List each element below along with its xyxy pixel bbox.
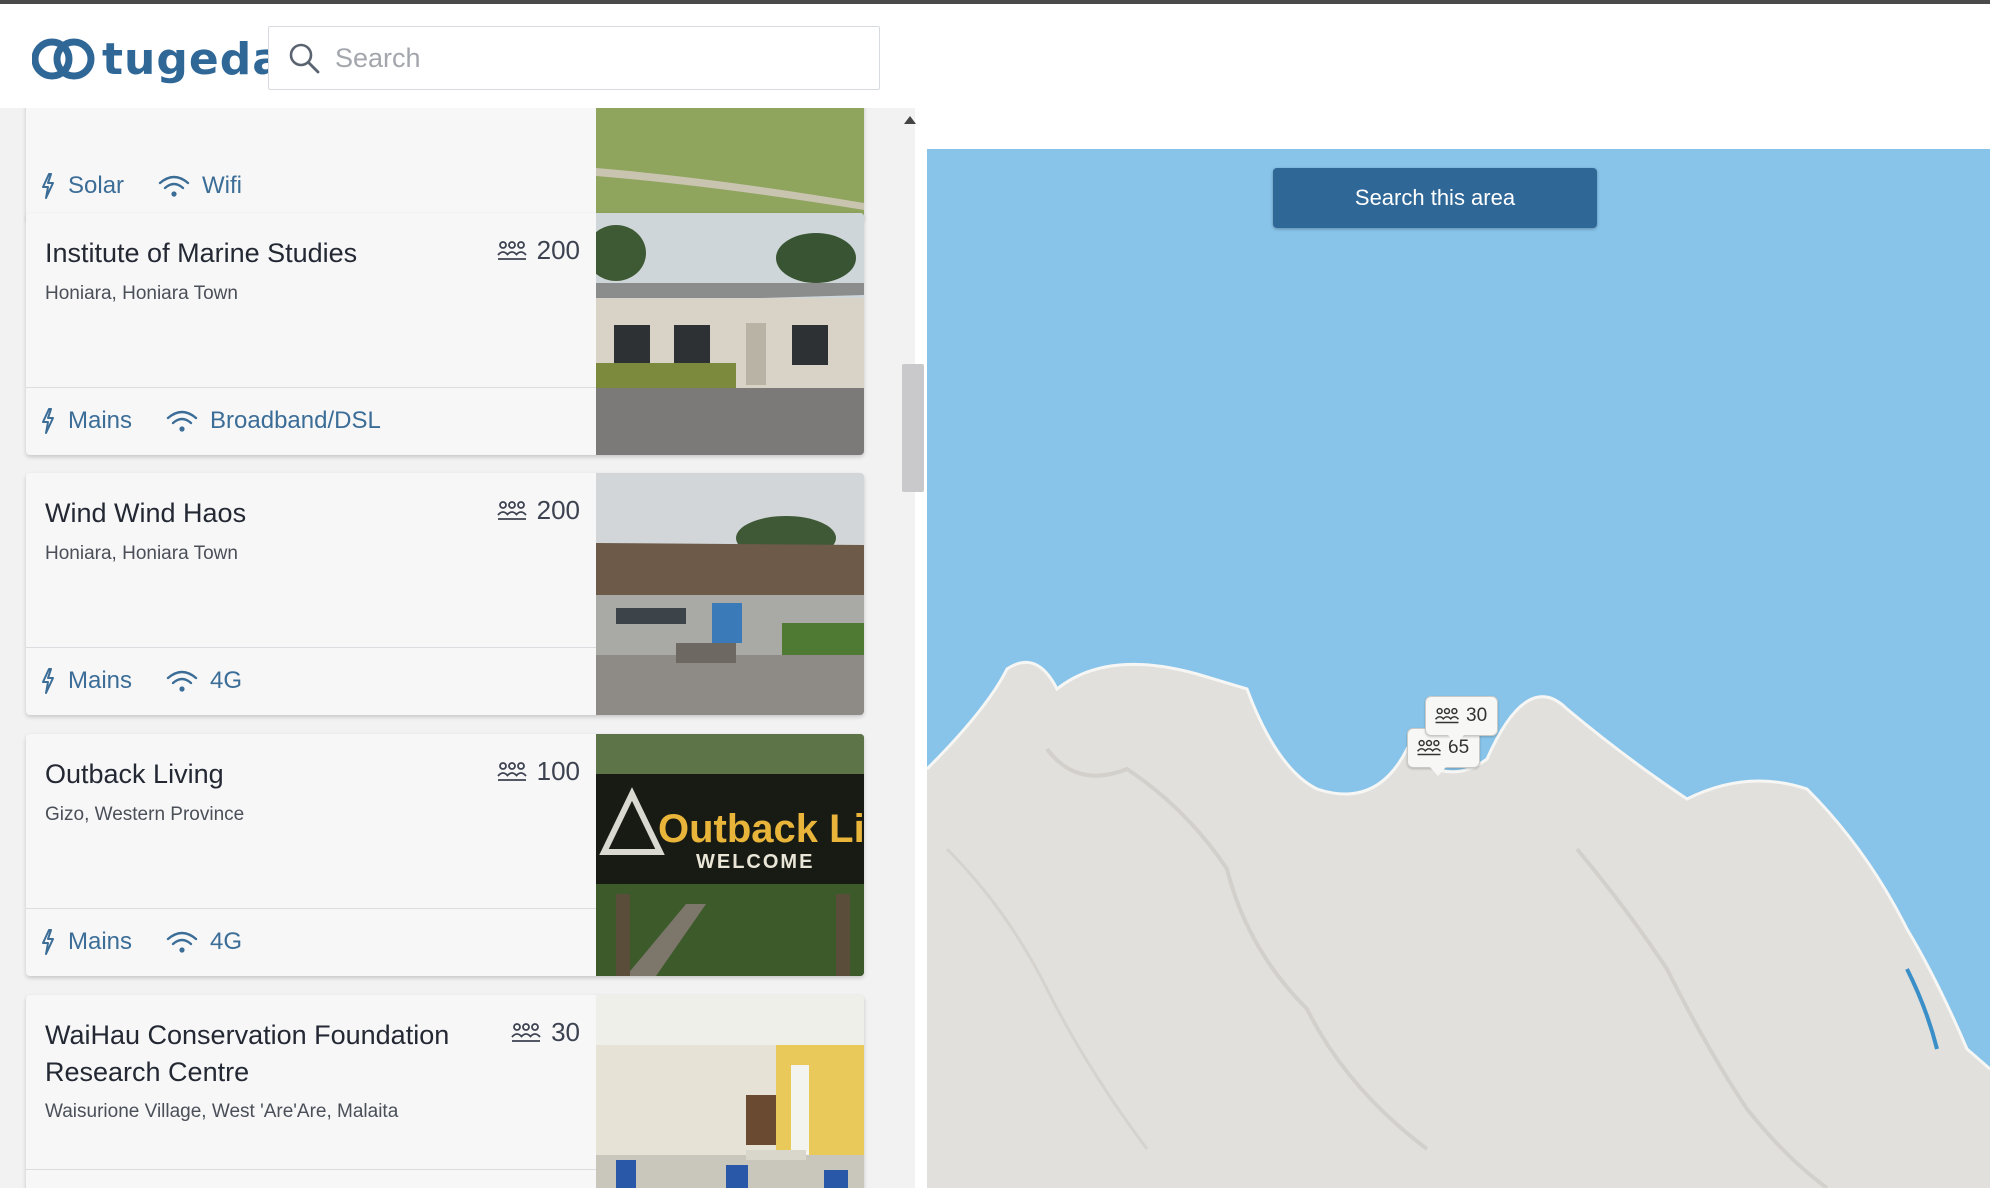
card-divider [26, 647, 596, 648]
venue-photo[interactable] [596, 995, 864, 1188]
wifi-icon [166, 670, 198, 692]
card-divider [26, 908, 596, 909]
venue-card-info: Institute of Marine Studies 200 Honiara,… [26, 213, 596, 455]
venue-card[interactable]: Institute of Marine Studies 200 Honiara,… [26, 213, 864, 455]
venue-location: Waisurione Village, West 'Are'Are, Malai… [45, 1101, 399, 1122]
venue-location: Honiara, Honiara Town [45, 283, 238, 304]
amenities: Mains Broadband/DSL [40, 407, 415, 435]
amenity-internet: Wifi [158, 172, 242, 200]
card-divider [26, 387, 596, 388]
venue-card[interactable]: Outback Living 100 Gizo, Western Provinc… [26, 734, 864, 976]
amenity-power: Mains [40, 407, 132, 435]
amenities: Mains 4G [40, 928, 276, 956]
amenity-internet: 4G [166, 928, 242, 956]
people-icon [1416, 739, 1442, 756]
venue-title[interactable]: Institute of Marine Studies [45, 235, 475, 272]
venue-title[interactable]: WaiHau Conservation Foundation Research … [45, 1017, 475, 1091]
card-divider [26, 1169, 596, 1170]
tugeda-logo[interactable]: tugeda [32, 32, 283, 86]
people-icon [511, 1022, 541, 1042]
venue-card-info: Solar Wifi [26, 108, 596, 220]
venue-capacity-value: 100 [536, 756, 580, 786]
venue-capacity-value: 200 [536, 495, 580, 525]
scroll-up-arrow[interactable] [904, 116, 916, 124]
venue-card[interactable]: WaiHau Conservation Foundation Research … [26, 995, 864, 1188]
search-input[interactable] [335, 42, 855, 74]
venue-capacity-value: 200 [536, 235, 580, 265]
amenity-power-label: Solar [68, 172, 125, 199]
wifi-icon [166, 931, 198, 953]
logo-rings-icon [32, 38, 95, 80]
people-icon [496, 761, 527, 781]
search-this-area-button[interactable]: Search this area [1273, 168, 1597, 228]
lightning-icon [42, 173, 54, 199]
venue-card-info: WaiHau Conservation Foundation Research … [26, 995, 596, 1188]
venue-capacity: 200 [496, 235, 580, 266]
amenity-power-label: Mains [68, 407, 133, 434]
map-canvas[interactable] [927, 149, 1990, 1188]
scroll-thumb[interactable] [902, 364, 924, 492]
amenities: Solar Wifi [40, 172, 276, 200]
photo-sign-text: Outback Livi [658, 807, 864, 851]
amenity-power-label: Mains [68, 667, 133, 694]
venue-photo[interactable] [596, 108, 864, 220]
venue-capacity-value: 30 [551, 1017, 580, 1047]
venue-location: Honiara, Honiara Town [45, 543, 238, 564]
venue-title[interactable]: Outback Living [45, 756, 475, 793]
venue-photo[interactable] [596, 473, 864, 715]
search-icon [289, 43, 320, 74]
venue-capacity: 30 [511, 1017, 580, 1048]
venue-location: Gizo, Western Province [45, 804, 245, 825]
wifi-icon [158, 175, 190, 197]
logo-text: tugeda [102, 33, 283, 85]
search-box[interactable] [268, 26, 880, 90]
list-scrollbar[interactable] [900, 112, 924, 1188]
venue-title[interactable]: Wind Wind Haos [45, 495, 475, 532]
venue-photo[interactable] [596, 213, 864, 455]
amenity-power: Solar [40, 172, 124, 200]
lightning-icon [42, 929, 54, 955]
amenity-internet: 4G [166, 667, 242, 695]
people-icon [1434, 707, 1460, 724]
wifi-icon [166, 410, 198, 432]
amenity-internet: Broadband/DSL [166, 407, 381, 435]
amenity-internet-label: Broadband/DSL [210, 407, 381, 434]
lightning-icon [42, 408, 54, 434]
venue-list[interactable]: Solar Wifi Institute of Marine Studies 2… [0, 108, 915, 1188]
amenities: Mains 4G [40, 667, 276, 695]
venue-card-info: Wind Wind Haos 200 Honiara, Honiara Town… [26, 473, 596, 715]
photo-sign-subtext: WELCOME [696, 851, 814, 873]
amenity-power-label: Mains [68, 928, 133, 955]
amenity-internet-label: Wifi [202, 172, 243, 199]
amenity-power: Mains [40, 928, 132, 956]
lightning-icon [42, 668, 54, 694]
map-marker[interactable]: 30 [1425, 696, 1499, 744]
amenity-power: Mains [40, 667, 132, 695]
header: tugeda [0, 4, 915, 108]
venue-card-info: Outback Living 100 Gizo, Western Provinc… [26, 734, 596, 976]
people-icon [496, 500, 527, 520]
map-marker-capacity: 30 [1466, 705, 1488, 726]
venue-capacity: 100 [496, 756, 580, 787]
people-icon [496, 240, 527, 260]
map[interactable]: Search this area 65 30 [927, 108, 1990, 1188]
venue-capacity: 200 [496, 495, 580, 526]
venue-card[interactable]: Wind Wind Haos 200 Honiara, Honiara Town… [26, 473, 864, 715]
venue-photo[interactable]: Outback Livi WELCOME [596, 734, 864, 976]
venue-card[interactable]: Solar Wifi [26, 108, 864, 220]
amenity-internet-label: 4G [210, 667, 243, 694]
amenity-internet-label: 4G [210, 928, 243, 955]
